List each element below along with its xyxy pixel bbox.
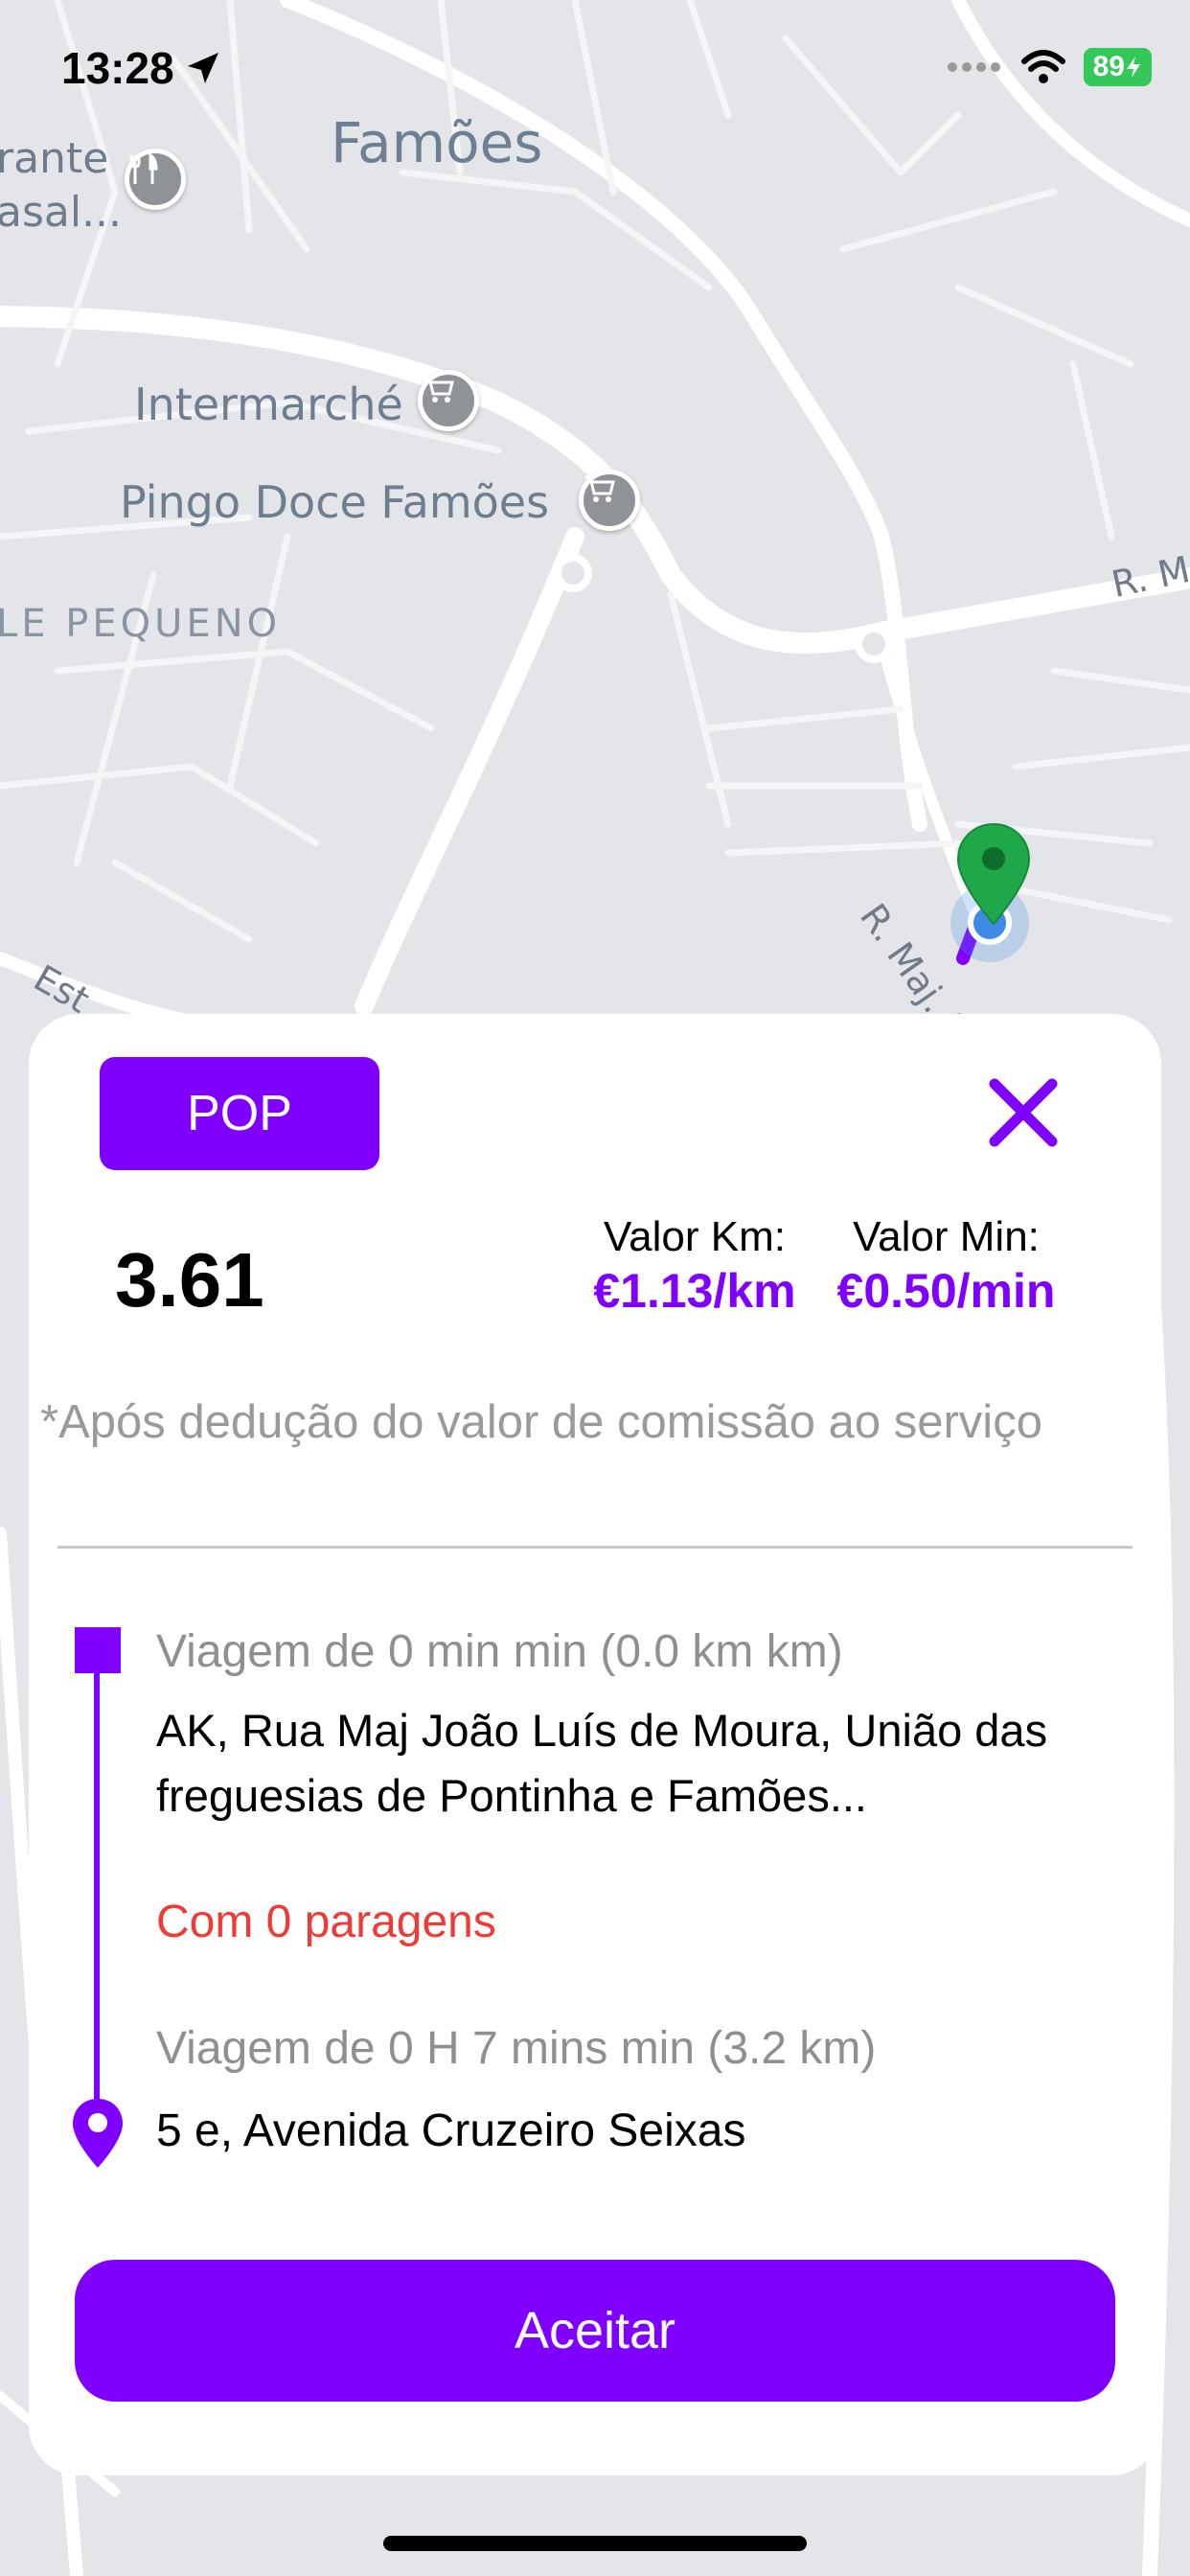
ride-request-card: POP 3.61 Valor Km: €1.13/km Valor Min: €…	[29, 1014, 1161, 2475]
home-indicator[interactable]	[383, 2536, 807, 2551]
cellular-signal-icon	[947, 62, 1000, 72]
close-button[interactable]	[987, 1076, 1060, 1149]
map-label-intermarche: Intermarché	[134, 379, 403, 430]
battery-level: 89	[1092, 51, 1125, 82]
shopping-cart-icon	[585, 475, 615, 502]
map-label-pequeno: LE PEQUENO	[0, 602, 282, 646]
commission-disclaimer: *Após dedução do valor de comissão ao se…	[40, 1396, 1042, 1448]
map-label-restaurant: rante asal...	[0, 132, 122, 240]
stops-count: Com 0 paragens	[156, 1897, 496, 1947]
location-pin-icon	[73, 2099, 123, 2168]
rate-min-label: Valor Min:	[853, 1213, 1040, 1260]
accept-button[interactable]: Aceitar	[75, 2260, 1115, 2402]
map-label-restaurant-line1: rante	[0, 134, 109, 183]
map-label-famoes: Famões	[331, 110, 543, 175]
rate-km-value: €1.13/km	[593, 1264, 796, 1318]
map-label-pingo-doce: Pingo Doce Famões	[120, 476, 550, 528]
close-icon	[989, 1078, 1058, 1147]
battery-indicator: 89	[1083, 48, 1152, 86]
pickup-square-icon	[75, 1627, 121, 1673]
clock-text: 13:28	[61, 43, 174, 93]
status-bar-indicators: 89	[946, 48, 1152, 86]
fork-knife-icon	[129, 153, 158, 184]
pickup-trip-info: Viagem de 0 min min (0.0 km km)	[156, 1626, 843, 1677]
map-pin-icon	[956, 822, 1031, 926]
shopping-cart-icon	[424, 376, 454, 402]
restaurant-poi-icon[interactable]	[125, 149, 186, 210]
status-bar-time: 13:28	[61, 42, 222, 94]
dropoff-pin-icon	[71, 2097, 125, 2174]
rate-per-km: Valor Km: €1.13/km	[584, 1213, 805, 1319]
fare-amount: 3.61	[115, 1237, 264, 1322]
rate-km-label: Valor Km:	[604, 1213, 786, 1260]
route-line	[94, 1668, 100, 2158]
location-arrow-icon	[187, 53, 218, 83]
dropoff-address: 5 e, Avenida Cruzeiro Seixas	[156, 2105, 746, 2156]
divider	[57, 1546, 1133, 1549]
charging-bolt-icon	[1127, 57, 1140, 78]
dropoff-trip-info: Viagem de 0 H 7 mins min (3.2 km)	[156, 2023, 877, 2074]
rate-min-value: €0.50/min	[836, 1264, 1056, 1318]
rate-per-min: Valor Min: €0.50/min	[819, 1213, 1073, 1319]
pickup-address: AK, Rua Maj João Luís de Moura, União da…	[156, 1705, 1048, 1821]
intermarche-poi-icon[interactable]	[418, 370, 479, 431]
map-label-restaurant-line2: asal...	[0, 188, 123, 237]
pingo-doce-poi-icon[interactable]	[579, 470, 640, 531]
wifi-icon	[1020, 50, 1065, 83]
ride-category-badge: POP	[100, 1057, 379, 1170]
